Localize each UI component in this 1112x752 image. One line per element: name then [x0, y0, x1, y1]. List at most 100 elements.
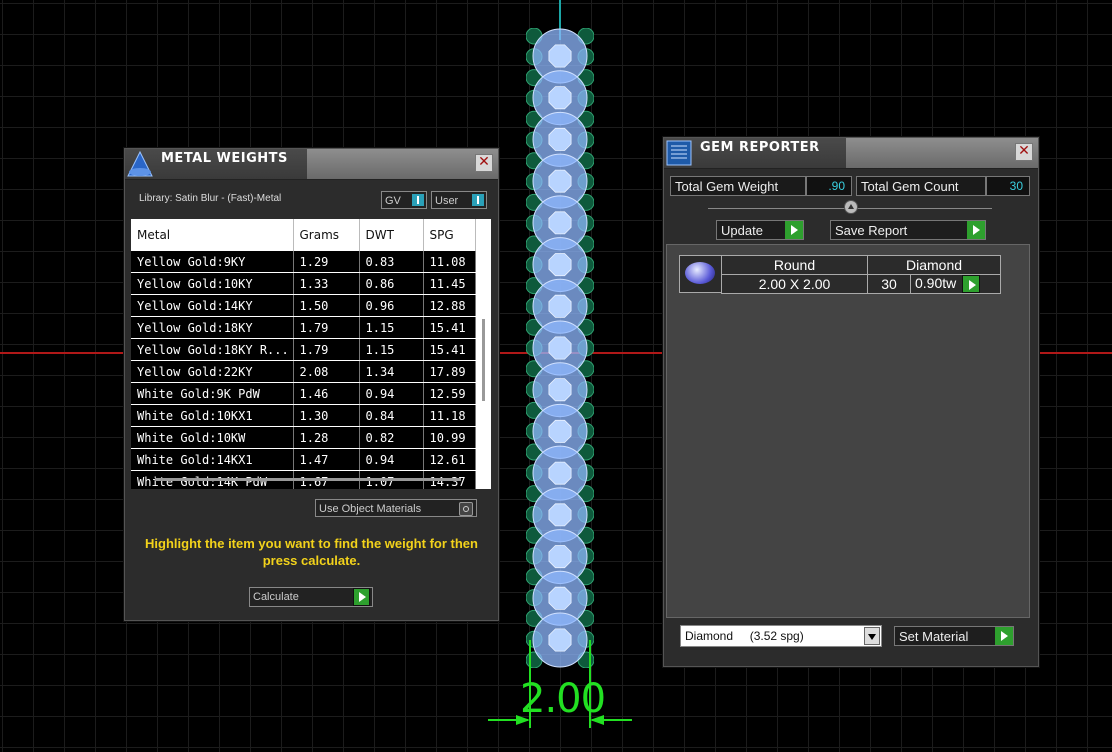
set-material-play-icon[interactable] — [995, 627, 1013, 645]
grams-cell: 1.46 — [293, 382, 360, 405]
dwt-cell: 0.94 — [359, 382, 424, 405]
dwt-cell: 0.96 — [359, 294, 424, 317]
column-header-grams[interactable]: Grams — [293, 219, 360, 251]
calculate-button[interactable]: Calculate — [249, 587, 373, 607]
gem-size: 2.00 X 2.00 — [721, 273, 868, 295]
metal-table-header: Metal Grams DWT SPG — [131, 219, 476, 251]
grams-cell: 1.79 — [293, 316, 360, 339]
metal-table-vertical-scrollbar[interactable] — [482, 319, 485, 401]
dwt-cell: 0.82 — [359, 426, 424, 449]
metal-table-row[interactable]: Yellow Gold:14KY 1.50 0.96 12.88 — [131, 294, 476, 317]
use-object-materials-radio-icon[interactable] — [459, 502, 473, 516]
save-report-play-icon[interactable] — [967, 221, 985, 239]
spg-cell: 11.45 — [423, 272, 476, 295]
metal-table-row[interactable]: Yellow Gold:22KY 2.08 1.34 17.89 — [131, 360, 476, 383]
gem-material: Diamond — [867, 255, 1001, 275]
column-header-spg[interactable]: SPG — [423, 219, 476, 251]
gem-count: 30 — [867, 273, 911, 295]
gem-weight: 0.90tw — [915, 275, 957, 291]
metal-table-row[interactable]: White Gold:10KW 1.28 0.82 10.99 — [131, 426, 476, 449]
metal-table-row[interactable]: Yellow Gold:10KY 1.33 0.86 11.45 — [131, 272, 476, 295]
metal-weights-titlebar[interactable]: METAL WEIGHTS ✕ — [125, 149, 498, 180]
gv-toggle-label: GV — [385, 195, 401, 207]
report-slider-handle[interactable] — [844, 200, 858, 214]
spg-cell: 10.99 — [423, 426, 476, 449]
metal-weights-title: METAL WEIGHTS — [161, 151, 288, 166]
metal-weights-panel: METAL WEIGHTS ✕ Library: Satin Blur - (F… — [124, 148, 499, 621]
gv-toggle[interactable]: GV — [381, 191, 427, 209]
metal-table-container[interactable]: Metal Grams DWT SPG Yellow Gold:9KY 1.29 0… — [131, 219, 491, 489]
gem-table-facet — [548, 253, 572, 277]
gem-stone-shape — [685, 262, 715, 284]
gem-report-row[interactable]: Round Diamond 2.00 X 2.00 30 0.90tw — [721, 255, 1001, 295]
calculate-hint-text: Highlight the item you want to find the … — [145, 536, 478, 568]
column-header-metal[interactable]: Metal — [131, 219, 294, 251]
calculate-play-icon[interactable] — [353, 588, 370, 606]
update-button[interactable]: Update — [716, 220, 804, 240]
dwt-cell: 1.15 — [359, 338, 424, 361]
gem-table-facet — [548, 86, 572, 110]
metal-table-row[interactable]: Yellow Gold:18KY 1.79 1.15 15.41 — [131, 316, 476, 339]
dwt-cell: 1.34 — [359, 360, 424, 383]
use-object-materials-option[interactable]: Use Object Materials — [315, 499, 477, 517]
dimension-value: 2.00 — [520, 676, 606, 722]
metal-table-row[interactable]: White Gold:9K PdW 1.46 0.94 12.59 — [131, 382, 476, 405]
update-play-icon[interactable] — [785, 221, 803, 239]
round-gem-icon[interactable] — [679, 255, 723, 293]
gem-table-facet — [548, 545, 572, 569]
gv-toggle-switch-icon — [412, 194, 424, 206]
grams-cell: 1.28 — [293, 426, 360, 449]
user-toggle-switch-icon — [472, 194, 484, 206]
gem-reporter-titlebar[interactable]: GEM REPORTER ✕ — [664, 138, 1038, 169]
metal-name-cell: Yellow Gold:18KY R... — [131, 338, 294, 361]
material-select[interactable]: Diamond (3.52 spg) — [680, 625, 882, 647]
grams-cell: 1.47 — [293, 448, 360, 471]
grams-cell: 1.29 — [293, 251, 360, 273]
dwt-cell: 1.15 — [359, 316, 424, 339]
gem-strip-model[interactable] — [526, 28, 594, 668]
metal-name-cell: Yellow Gold:18KY — [131, 316, 294, 339]
spg-cell: 15.41 — [423, 338, 476, 361]
user-toggle-label: User — [435, 195, 459, 207]
set-material-button[interactable]: Set Material — [894, 626, 1014, 646]
gem-table-facet — [548, 169, 572, 193]
metal-table-row[interactable]: Yellow Gold:9KY 1.29 0.83 11.08 — [131, 251, 476, 273]
set-material-label: Set Material — [899, 629, 969, 644]
metal-weights-close-icon[interactable]: ✕ — [475, 154, 493, 172]
spg-cell: 12.59 — [423, 382, 476, 405]
dwt-cell: 0.83 — [359, 251, 424, 273]
gem-reporter-close-icon[interactable]: ✕ — [1015, 143, 1033, 161]
save-report-label: Save Report — [835, 223, 908, 238]
spg-cell: 11.08 — [423, 251, 476, 273]
metal-name-cell: Yellow Gold:14KY — [131, 294, 294, 317]
dwt-cell: 0.86 — [359, 272, 424, 295]
save-report-button[interactable]: Save Report — [830, 220, 986, 240]
column-header-dwt[interactable]: DWT — [359, 219, 424, 251]
spg-cell: 12.88 — [423, 294, 476, 317]
update-label: Update — [721, 223, 763, 238]
metal-name-cell: Yellow Gold:22KY — [131, 360, 294, 383]
use-object-materials-label: Use Object Materials — [319, 503, 422, 515]
gem-table-facet — [548, 44, 572, 68]
metal-table-row[interactable]: Yellow Gold:18KY R... 1.79 1.15 15.41 — [131, 338, 476, 361]
spg-cell: 12.61 — [423, 448, 476, 471]
gem-reporter-title-tab: GEM REPORTER — [664, 138, 847, 168]
metal-name-cell: White Gold:10KW — [131, 426, 294, 449]
metal-table-horizontal-scrollbar[interactable] — [155, 478, 461, 481]
gem-row-play-icon[interactable] — [962, 275, 981, 294]
user-toggle[interactable]: User — [431, 191, 487, 209]
metal-name-cell: White Gold:14KX1 — [131, 448, 294, 471]
material-select-value: Diamond (3.52 spg) — [685, 629, 804, 643]
dwt-cell: 0.84 — [359, 404, 424, 427]
metal-table-row[interactable]: White Gold:10KX1 1.30 0.84 11.18 — [131, 404, 476, 427]
gem-report-list[interactable]: Round Diamond 2.00 X 2.00 30 0.90tw — [666, 244, 1030, 618]
total-gem-weight-label: Total Gem Weight — [670, 176, 806, 196]
metal-name-cell: Yellow Gold:9KY — [131, 251, 294, 273]
gem-table-facet — [548, 419, 572, 443]
spg-cell: 17.89 — [423, 360, 476, 383]
metal-weights-title-tab: METAL WEIGHTS — [125, 149, 308, 179]
metal-table-row[interactable]: White Gold:14KX1 1.47 0.94 12.61 — [131, 448, 476, 471]
spg-cell: 11.18 — [423, 404, 476, 427]
gem-table-facet — [548, 294, 572, 318]
chevron-down-icon[interactable] — [864, 627, 880, 645]
